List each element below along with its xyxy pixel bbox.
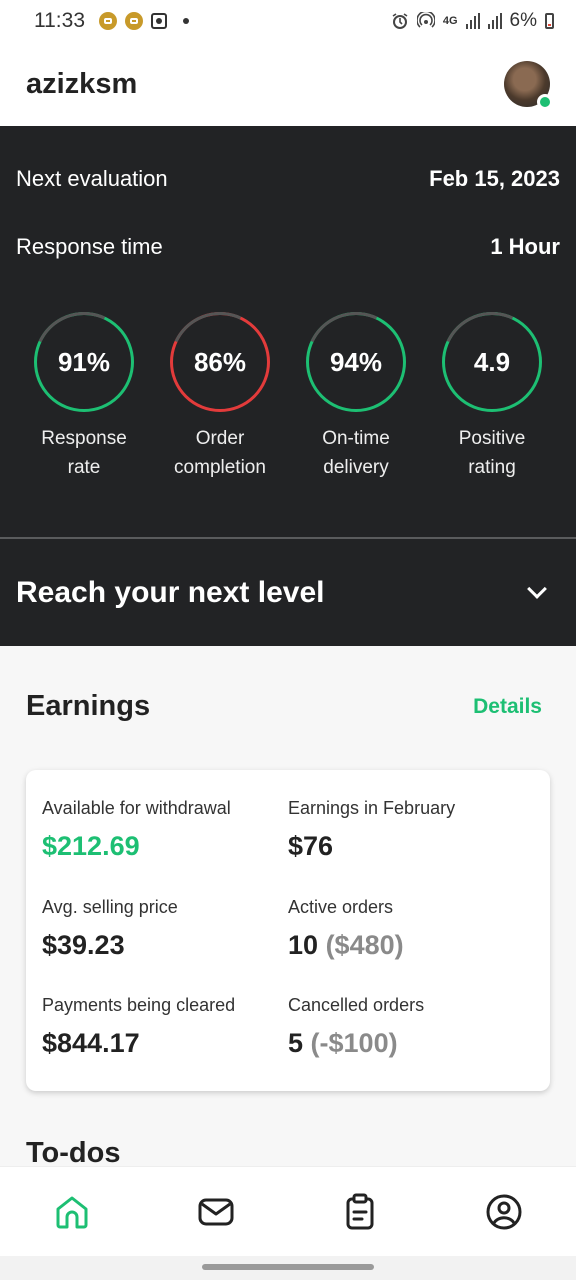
response-time-label: Response time xyxy=(16,234,163,259)
metrics-row: 91% Response rate 86% Order completion 94%… xyxy=(0,312,576,482)
avatar[interactable] xyxy=(504,61,553,110)
stat-label: Avg. selling price xyxy=(42,897,178,917)
next-evaluation-label: Next evaluation xyxy=(16,166,168,191)
stat-label: Earnings in February xyxy=(288,798,456,818)
stat-label: Payments being cleared xyxy=(42,995,236,1015)
stat-value: 5 (-$100) xyxy=(288,1028,528,1059)
metric-ring: 86% xyxy=(170,312,270,412)
chevron-down-icon xyxy=(527,578,547,599)
username: azizksm xyxy=(26,67,138,100)
bottom-navigation xyxy=(0,1166,576,1256)
stat-active-orders: Active orders 10 ($480) xyxy=(288,897,528,961)
stat-avg-selling-price: Avg. selling price $39.23 xyxy=(42,897,282,961)
stat-label: Available for withdrawal xyxy=(42,798,231,818)
next-level-title: Reach your next level xyxy=(16,575,325,609)
metric-on-time-delivery[interactable]: 94% On-time delivery xyxy=(288,312,424,482)
metric-label: Order completion xyxy=(174,424,266,482)
notification-app-icon xyxy=(99,12,117,30)
metric-label-line1: Order xyxy=(195,428,245,449)
metric-label-line2: rate xyxy=(67,457,101,478)
metric-label-line1: Response xyxy=(41,428,127,449)
profile-icon xyxy=(486,1194,522,1229)
more-notifications-dot-icon xyxy=(183,18,189,24)
response-time-row: Response time 1 Hour xyxy=(16,234,560,260)
system-gesture-bar xyxy=(0,1256,576,1280)
stat-available-withdrawal: Available for withdrawal $212.69 xyxy=(42,798,282,862)
stat-value: $844.17 xyxy=(42,1028,140,1058)
hotspot-icon xyxy=(416,12,435,28)
home-icon xyxy=(56,1196,88,1228)
battery-percent: 6% xyxy=(509,10,537,31)
metric-value: 94% xyxy=(329,346,383,377)
active-orders-count: 10 xyxy=(288,930,319,960)
status-bar: 11:33 4G 6% xyxy=(0,0,576,42)
stat-label: Cancelled orders xyxy=(288,995,425,1015)
stat-value: $76 xyxy=(288,831,334,861)
stat-label: Active orders xyxy=(288,897,394,917)
performance-panel: Next evaluation Feb 15, 2023 Response ti… xyxy=(0,126,576,646)
signal-strength-icon xyxy=(465,13,480,29)
metric-value: 4.9 xyxy=(473,346,511,377)
notification-square-icon xyxy=(151,13,167,29)
nav-profile[interactable] xyxy=(474,1182,534,1242)
network-type-label: 4G xyxy=(442,15,458,27)
orders-icon xyxy=(346,1193,374,1229)
nav-home[interactable] xyxy=(42,1182,102,1242)
earnings-card: Available for withdrawal $212.69 Earning… xyxy=(26,770,550,1091)
nav-orders[interactable] xyxy=(330,1182,390,1242)
inbox-icon xyxy=(198,1198,234,1225)
metric-order-completion[interactable]: 86% Order completion xyxy=(152,312,288,482)
online-status-indicator xyxy=(537,94,553,110)
metric-value: 91% xyxy=(57,346,111,377)
notification-app-icon xyxy=(125,12,143,30)
metric-label-line1: On-time xyxy=(322,428,390,449)
metric-label-line1: Positive xyxy=(458,428,526,449)
response-time-value: 1 Hour xyxy=(490,234,560,259)
earnings-title: Earnings xyxy=(26,690,151,722)
app-header: azizksm xyxy=(0,42,576,126)
metric-label-line2: rating xyxy=(468,457,516,478)
status-time: 11:33 xyxy=(34,9,85,32)
metric-ring: 94% xyxy=(306,312,406,412)
metric-ring: 4.9 xyxy=(442,312,542,412)
metric-label-line2: delivery xyxy=(323,457,389,478)
stat-cancelled-orders: Cancelled orders 5 (-$100) xyxy=(288,995,528,1059)
signal-strength-icon-2 xyxy=(487,13,502,29)
metric-label: Positive rating xyxy=(459,424,526,482)
next-evaluation-row: Next evaluation Feb 15, 2023 xyxy=(16,166,560,192)
stat-earnings-february: Earnings in February $76 xyxy=(288,798,528,862)
active-orders-amount: ($480) xyxy=(325,930,404,960)
cancelled-orders-count: 5 xyxy=(288,1028,304,1058)
stat-payments-cleared: Payments being cleared $844.17 xyxy=(42,995,282,1059)
cancelled-orders-amount: (-$100) xyxy=(310,1028,398,1058)
stat-value: $39.23 xyxy=(42,930,125,960)
metric-positive-rating[interactable]: 4.9 Positive rating xyxy=(424,312,560,482)
metric-value: 86% xyxy=(193,346,247,377)
metric-label-line2: completion xyxy=(174,457,266,478)
metric-ring: 91% xyxy=(34,312,134,412)
nav-inbox[interactable] xyxy=(186,1182,246,1242)
metric-label: On-time delivery xyxy=(322,424,390,482)
metric-label: Response rate xyxy=(41,424,127,482)
next-level-toggle[interactable]: Reach your next level xyxy=(0,539,576,646)
metric-response-rate[interactable]: 91% Response rate xyxy=(16,312,152,482)
details-link[interactable]: Details xyxy=(473,695,542,719)
gesture-handle[interactable] xyxy=(202,1264,374,1270)
earnings-header: Earnings Details xyxy=(26,690,542,723)
next-evaluation-value: Feb 15, 2023 xyxy=(429,166,560,191)
alarm-icon xyxy=(392,13,408,29)
stat-value: 10 ($480) xyxy=(288,930,528,961)
stat-value: $212.69 xyxy=(42,831,140,861)
battery-icon xyxy=(545,13,554,29)
